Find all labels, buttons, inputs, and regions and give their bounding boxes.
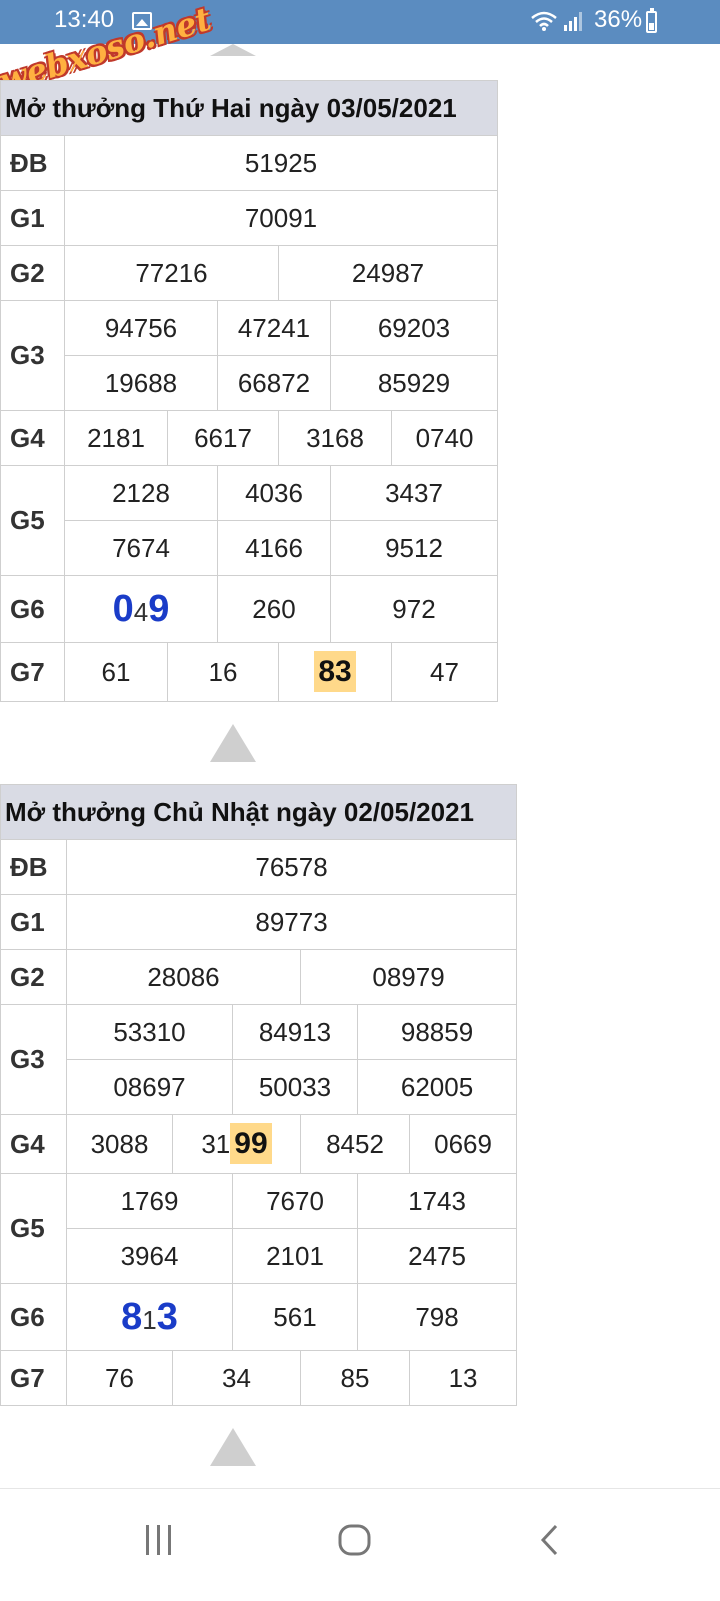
prize-g5: 7674 <box>64 520 218 576</box>
home-icon[interactable] <box>338 1523 372 1562</box>
label-g7: G7 <box>0 642 65 702</box>
battery-percent: 36% <box>594 6 643 33</box>
prize-g3: 69203 <box>330 300 498 356</box>
g6-digit: 8 <box>121 1295 143 1338</box>
prize-g4: 0740 <box>391 410 498 466</box>
label-g1: G1 <box>0 190 65 246</box>
prize-g5: 1743 <box>356 1173 518 1229</box>
g6-digit: 9 <box>148 587 170 630</box>
label-g3: G3 <box>0 300 65 411</box>
label-g6: G6 <box>0 1283 67 1351</box>
highlight-number: 83 <box>314 651 356 692</box>
prize-g5: 9512 <box>330 520 498 576</box>
prize-g5: 1769 <box>66 1173 233 1229</box>
label-g2: G2 <box>0 949 67 1005</box>
prize-g7: 16 <box>167 642 279 702</box>
prize-g4: 6617 <box>167 410 279 466</box>
prize-g5: 4166 <box>217 520 331 576</box>
prize-g1: 70091 <box>64 190 498 246</box>
prize-g4: 2181 <box>64 410 168 466</box>
prize-g1: 89773 <box>65 894 518 950</box>
prize-g3: 08697 <box>66 1059 233 1115</box>
prize-g7: 47 <box>391 642 498 702</box>
label-db: ĐB <box>0 135 65 191</box>
prize-db: 76578 <box>65 839 518 895</box>
prize-g3: 84913 <box>232 1004 358 1060</box>
g6-digit: 3 <box>156 1295 178 1338</box>
signal-icon <box>563 10 585 32</box>
prize-g5: 3964 <box>66 1228 233 1284</box>
prize-g6: 260 <box>217 575 331 643</box>
prize-g3: 62005 <box>356 1059 518 1115</box>
label-g5: G5 <box>0 1173 67 1284</box>
g4-prefix: 31 <box>201 1129 231 1159</box>
prize-g2: 08979 <box>299 949 518 1005</box>
prize-g6: 972 <box>330 575 498 643</box>
board-caption: Mở thưởng Chủ Nhật ngày 02/05/2021 <box>0 784 518 840</box>
prize-g6-highlight: 813 <box>66 1283 233 1351</box>
prize-g2: 77216 <box>64 245 279 301</box>
prize-g4: 3168 <box>278 410 392 466</box>
triangle-up-icon[interactable] <box>210 724 256 762</box>
label-g5: G5 <box>0 465 65 576</box>
recents-icon[interactable] <box>144 1523 174 1562</box>
board-caption: Mở thưởng Thứ Hai ngày 03/05/2021 <box>0 80 498 136</box>
label-g1: G1 <box>0 894 67 950</box>
label-g7: G7 <box>0 1350 67 1406</box>
result-board-1: Mở thưởng Thứ Hai ngày 03/05/2021 ĐB 5192… <box>0 80 498 702</box>
prize-g6: 798 <box>356 1283 518 1351</box>
prize-db: 51925 <box>64 135 498 191</box>
label-g6: G6 <box>0 575 65 643</box>
prize-g7: 61 <box>64 642 168 702</box>
prize-g2: 28086 <box>66 949 301 1005</box>
prize-g6-highlight: 049 <box>64 575 218 643</box>
prize-g3: 53310 <box>66 1004 233 1060</box>
prize-g5: 3437 <box>330 465 498 521</box>
prize-g7: 34 <box>172 1350 301 1406</box>
highlight-number: 99 <box>230 1123 272 1164</box>
prize-g3: 85929 <box>330 355 498 411</box>
prize-g5: 7670 <box>232 1173 358 1229</box>
prize-g6: 561 <box>232 1283 358 1351</box>
label-g4: G4 <box>0 410 65 466</box>
prize-g5: 4036 <box>217 465 331 521</box>
prize-g7: 76 <box>66 1350 173 1406</box>
prize-g2: 24987 <box>278 245 498 301</box>
prize-g4-highlight: 31 99 <box>172 1114 301 1174</box>
prize-g3: 98859 <box>356 1004 518 1060</box>
wifi-icon <box>530 10 558 38</box>
prize-g3: 94756 <box>64 300 218 356</box>
prize-g4: 0669 <box>408 1114 518 1174</box>
result-board-2: Mở thưởng Chủ Nhật ngày 02/05/2021 ĐB 765… <box>0 784 518 1406</box>
label-g2: G2 <box>0 245 65 301</box>
prize-g4: 3088 <box>66 1114 173 1174</box>
label-db: ĐB <box>0 839 67 895</box>
prize-g3: 47241 <box>217 300 331 356</box>
battery-icon <box>646 8 657 33</box>
g6-digit: 0 <box>112 587 134 630</box>
navigation-bar <box>0 1488 720 1601</box>
prize-g3: 66872 <box>217 355 331 411</box>
prize-g7: 85 <box>300 1350 410 1406</box>
triangle-up-icon[interactable] <box>210 1428 256 1466</box>
triangle-up-icon[interactable] <box>210 44 256 56</box>
prize-g7-highlight: 83 <box>278 642 392 702</box>
label-g4: G4 <box>0 1114 67 1174</box>
prize-g5: 2101 <box>232 1228 358 1284</box>
prize-g3: 50033 <box>232 1059 358 1115</box>
label-g3: G3 <box>0 1004 67 1115</box>
back-icon[interactable] <box>538 1523 562 1562</box>
prize-g5: 2475 <box>356 1228 518 1284</box>
prize-g3: 19688 <box>64 355 218 411</box>
prize-g7: 13 <box>408 1350 518 1406</box>
g6-digit: 4 <box>133 596 149 627</box>
g6-digit: 1 <box>142 1304 157 1335</box>
prize-g4: 8452 <box>300 1114 410 1174</box>
prize-g5: 2128 <box>64 465 218 521</box>
